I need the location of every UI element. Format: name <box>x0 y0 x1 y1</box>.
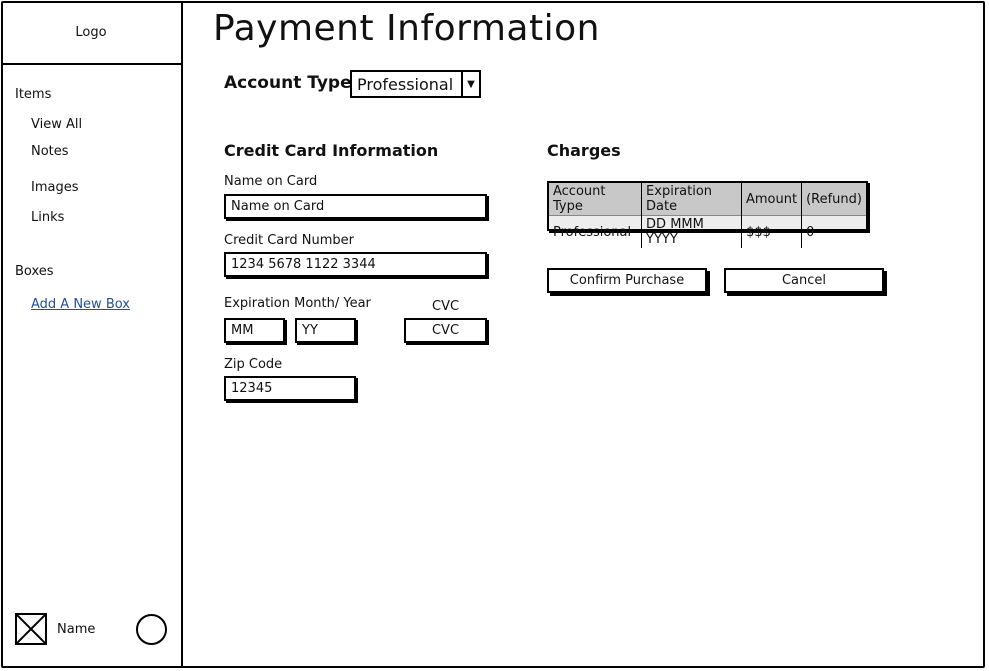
credit-card-heading: Credit Card Information <box>224 141 439 160</box>
sidebar-item-images[interactable]: Images <box>31 180 79 195</box>
account-type-value: Professional <box>357 74 454 94</box>
table-row: Professional DD MMM YYYY $$$ 0 <box>549 215 866 248</box>
table-cell: DD MMM YYYY <box>641 215 742 248</box>
logo-text: Logo <box>75 24 107 40</box>
cvc-label: CVC <box>432 299 460 314</box>
avatar-image-placeholder-icon <box>15 613 47 645</box>
name-on-card-input[interactable] <box>224 194 487 219</box>
sidebar-item-view-all[interactable]: View All <box>31 117 82 132</box>
sidebar: Logo Items View All Notes Images Links B… <box>1 1 183 668</box>
charges-heading: Charges <box>547 141 621 160</box>
cvc-input[interactable] <box>404 318 487 343</box>
items-heading: Items <box>15 87 52 102</box>
name-on-card-label: Name on Card <box>224 174 318 189</box>
charges-table: Account Type Expiration Date Amount (Ref… <box>547 181 868 248</box>
account-type-select[interactable]: Professional ▼ <box>350 70 481 98</box>
add-new-box-link[interactable]: Add A New Box <box>31 297 130 312</box>
zip-code-input[interactable] <box>224 376 356 401</box>
page-title: Payment Information <box>213 8 600 49</box>
boxes-heading: Boxes <box>15 264 54 279</box>
sidebar-item-links[interactable]: Links <box>31 210 64 225</box>
column-header: Expiration Date <box>641 183 742 216</box>
user-menu-circle-icon[interactable] <box>136 614 167 645</box>
cancel-button[interactable]: Cancel <box>724 268 884 293</box>
expiration-label: Expiration Month/ Year <box>224 296 371 311</box>
column-header: Account Type <box>549 183 643 216</box>
confirm-purchase-button[interactable]: Confirm Purchase <box>547 268 707 293</box>
card-number-label: Credit Card Number <box>224 233 354 248</box>
column-header: Amount <box>741 183 803 216</box>
chevron-down-icon[interactable]: ▼ <box>461 72 479 96</box>
user-name: Name <box>57 622 96 637</box>
logo: Logo <box>1 1 181 65</box>
zip-code-label: Zip Code <box>224 357 283 372</box>
expiration-month-input[interactable] <box>224 318 285 343</box>
card-number-input[interactable] <box>224 252 487 277</box>
table-cell: $$$ <box>741 215 803 248</box>
column-header: (Refund) <box>801 183 866 216</box>
account-type-label: Account Type: <box>224 73 359 93</box>
sidebar-item-notes[interactable]: Notes <box>31 144 69 159</box>
table-header-row: Account Type Expiration Date Amount (Ref… <box>549 183 866 216</box>
table-cell: Professional <box>549 215 643 248</box>
table-cell: 0 <box>801 215 866 248</box>
expiration-year-input[interactable] <box>295 318 356 343</box>
